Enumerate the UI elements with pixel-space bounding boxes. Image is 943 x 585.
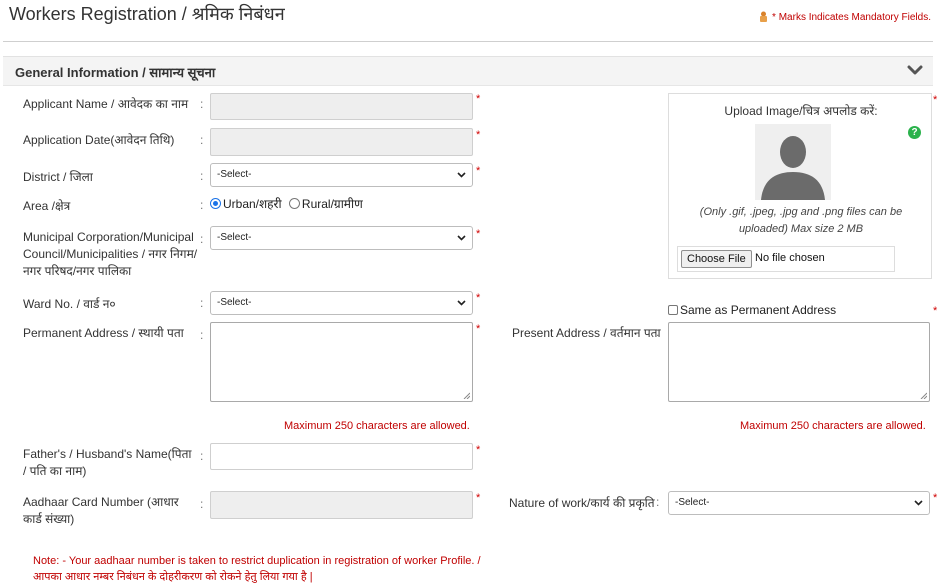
nature-of-work-select[interactable]: -Select- xyxy=(668,491,930,515)
applicant-name-input[interactable] xyxy=(210,93,473,120)
ward-select[interactable]: -Select- xyxy=(210,291,473,315)
section-header-general-info[interactable]: General Information / सामान्य सूचना xyxy=(3,56,933,86)
nature-of-work-selected: -Select- xyxy=(675,497,710,508)
chevron-down-icon xyxy=(457,235,466,241)
colon: : xyxy=(200,296,204,310)
colon: : xyxy=(200,97,204,111)
upload-hint: (Only .gif, .jpeg, .jpg and .png files c… xyxy=(699,206,903,235)
colon: : xyxy=(200,449,204,463)
ward-label: Ward No. / वार्ड न० xyxy=(23,297,116,311)
user-silhouette-icon xyxy=(761,136,825,200)
present-address-textarea[interactable] xyxy=(668,322,930,402)
required-mark: * xyxy=(933,492,938,504)
area-radio-group: Urban/शहरी Rural/ग्रामीण xyxy=(210,195,363,212)
district-selected: -Select- xyxy=(217,169,252,180)
present-address-label: Present Address / वर्तमान पता xyxy=(512,326,661,340)
aadhaar-note: Note: - Your aadhaar number is taken to … xyxy=(33,553,481,585)
area-label: Area /क्षेत्र xyxy=(23,199,71,213)
applicant-name-label: Applicant Name / आवेदक का नाम xyxy=(23,97,189,111)
application-date-input[interactable] xyxy=(210,128,473,156)
upload-image-panel: Upload Image/चित्र अपलोड करें: ? (Only .… xyxy=(668,93,932,279)
chevron-down-icon[interactable] xyxy=(907,64,923,78)
help-icon[interactable]: ? xyxy=(908,126,921,139)
required-mark: * xyxy=(476,292,481,304)
permanent-address-label: Permanent Address / स्थायी पता xyxy=(23,326,184,340)
required-mark: * xyxy=(476,129,481,141)
mandatory-fields-note: * Marks Indicates Mandatory Fields. xyxy=(758,11,931,23)
aadhaar-label: Aadhaar Card Number (आधार कार्ड संख्या) xyxy=(23,495,179,526)
permanent-address-textarea[interactable] xyxy=(210,322,473,402)
same-as-permanent-checkbox[interactable] xyxy=(668,305,678,315)
aadhaar-note-line1: Note: - Your aadhaar number is taken to … xyxy=(33,555,481,567)
required-mark: * xyxy=(476,228,481,240)
avatar-placeholder xyxy=(755,124,831,200)
same-as-permanent-row: Same as Permanent Address xyxy=(668,303,836,317)
choose-file-button[interactable]: Choose File xyxy=(681,250,752,268)
file-status: No file chosen xyxy=(755,252,825,264)
resize-handle-icon[interactable] xyxy=(463,392,470,399)
colon: : xyxy=(200,328,204,342)
ward-selected: -Select- xyxy=(217,297,252,308)
title-divider xyxy=(3,41,933,42)
colon: : xyxy=(656,495,660,509)
resize-handle-icon[interactable] xyxy=(920,392,927,399)
required-mark: * xyxy=(476,492,481,504)
colon: : xyxy=(200,133,204,147)
required-mark: * xyxy=(476,93,481,105)
chevron-down-icon xyxy=(457,172,466,178)
area-radio-urban[interactable] xyxy=(210,198,221,209)
application-date-label: Application Date(आवेदन तिथि) xyxy=(23,133,175,147)
aadhaar-note-line2: आपका आधार नम्बर निबंधन के दोहरीकरण को रो… xyxy=(33,571,313,583)
upload-image-title: Upload Image/चित्र अपलोड करें: xyxy=(724,104,878,118)
emblem-icon xyxy=(760,11,768,22)
aadhaar-input[interactable] xyxy=(210,491,473,519)
colon: : xyxy=(200,497,204,511)
required-mark: * xyxy=(476,165,481,177)
area-radio-urban-label[interactable]: Urban/शहरी xyxy=(223,197,282,211)
present-address-max-note: Maximum 250 characters are allowed. xyxy=(740,420,926,432)
required-mark: * xyxy=(933,94,938,106)
file-input[interactable]: Choose File No file chosen xyxy=(677,246,895,272)
required-mark: * xyxy=(476,444,481,456)
area-radio-rural-label[interactable]: Rural/ग्रामीण xyxy=(302,197,363,211)
municipal-label: Municipal Corporation/Municipal Council/… xyxy=(23,230,198,278)
colon: : xyxy=(200,169,204,183)
municipal-selected: -Select- xyxy=(217,232,252,243)
chevron-down-icon xyxy=(457,300,466,306)
colon: : xyxy=(200,232,204,246)
district-label: District / जिला xyxy=(23,170,93,184)
chevron-down-icon xyxy=(914,500,923,506)
same-as-permanent-label[interactable]: Same as Permanent Address xyxy=(680,303,836,317)
colon: : xyxy=(200,198,204,212)
municipal-select[interactable]: -Select- xyxy=(210,226,473,250)
section-title: General Information / सामान्य सूचना xyxy=(15,65,216,80)
district-select[interactable]: -Select- xyxy=(210,163,473,187)
colon: : xyxy=(656,325,660,339)
permanent-address-max-note: Maximum 250 characters are allowed. xyxy=(284,420,470,432)
mandatory-fields-text: * Marks Indicates Mandatory Fields. xyxy=(772,11,931,23)
required-mark: * xyxy=(476,323,481,335)
page-title: Workers Registration / श्रमिक निबंधन xyxy=(9,4,285,24)
nature-of-work-label: Nature of work/कार्य की प्रकृति xyxy=(509,496,655,510)
father-name-input[interactable] xyxy=(210,443,473,470)
father-name-label: Father's / Husband's Name(पिता / पति का … xyxy=(23,447,192,478)
area-radio-rural[interactable] xyxy=(288,198,300,209)
required-mark: * xyxy=(933,305,938,317)
